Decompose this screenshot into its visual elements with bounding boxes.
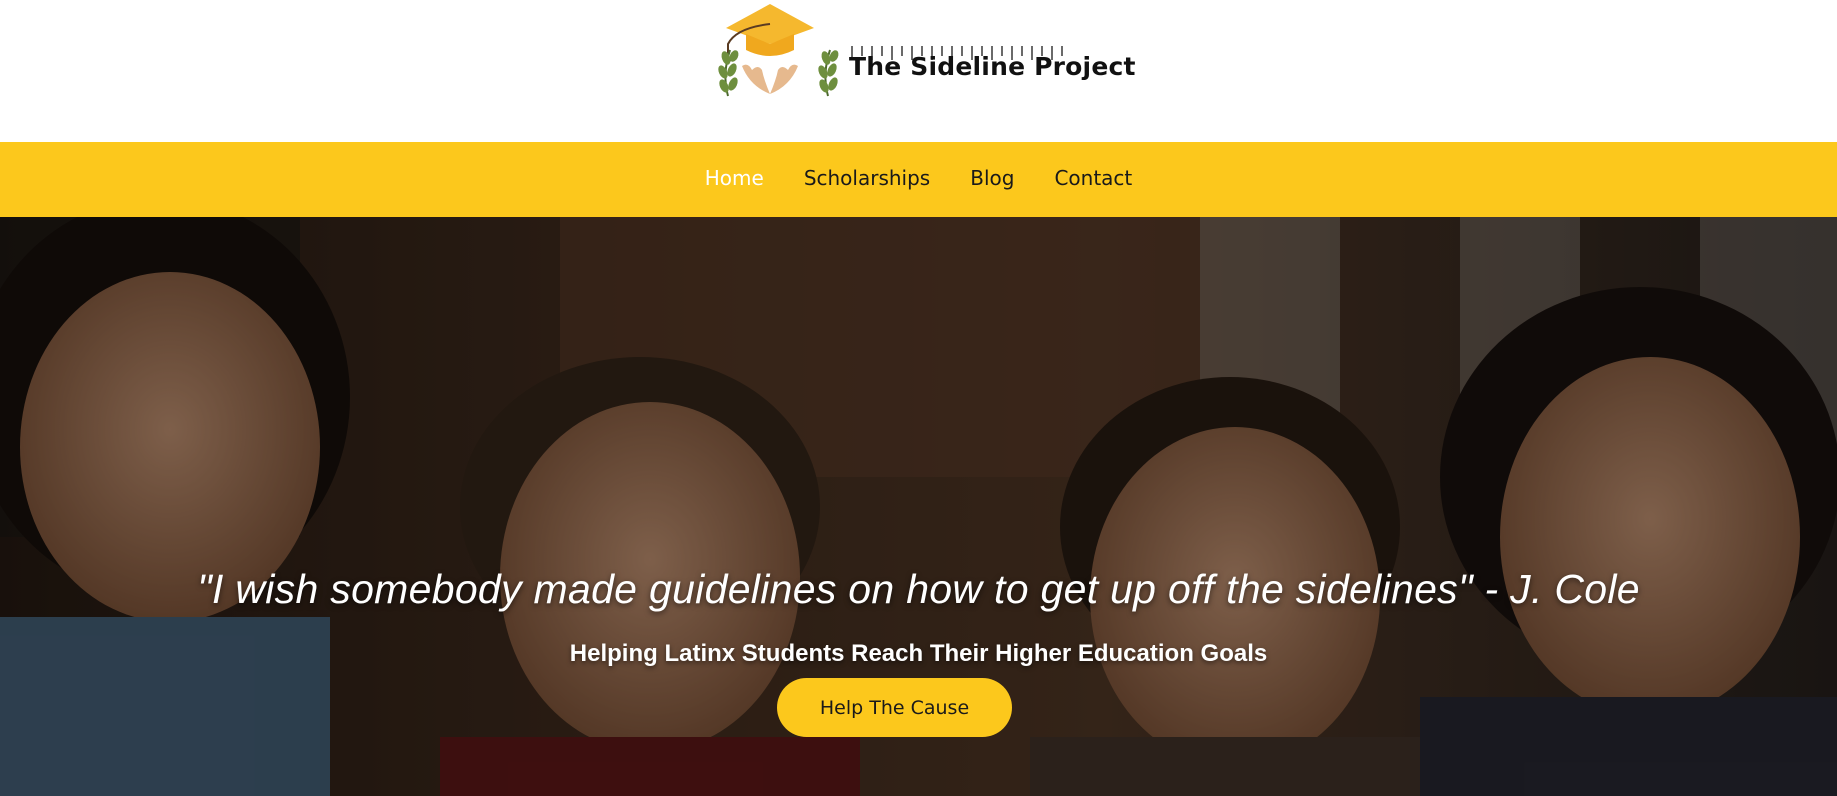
laurel-branch-icon xyxy=(818,49,839,97)
nav-item-home[interactable]: Home xyxy=(705,166,764,194)
nav-item-scholarships[interactable]: Scholarships xyxy=(804,166,930,194)
site-header: The Sideline Project xyxy=(0,0,1837,142)
logo-text: The Sideline Project xyxy=(849,52,1136,81)
nav-list: Home Scholarships Blog Contact xyxy=(0,142,1837,217)
hero-quote: "I wish somebody made guidelines on how … xyxy=(197,566,1640,613)
logo xyxy=(718,4,1063,97)
help-the-cause-button[interactable]: Help The Cause xyxy=(777,678,1012,737)
nav-item-blog[interactable]: Blog xyxy=(970,166,1014,194)
laurel-branch-icon xyxy=(718,49,739,97)
main-navigation: Home Scholarships Blog Contact xyxy=(0,142,1837,217)
hero-section: "I wish somebody made guidelines on how … xyxy=(0,217,1837,796)
hands-icon xyxy=(742,64,798,94)
nav-item-contact[interactable]: Contact xyxy=(1054,166,1132,194)
hero-subtitle: Helping Latinx Students Reach Their High… xyxy=(569,639,1268,667)
